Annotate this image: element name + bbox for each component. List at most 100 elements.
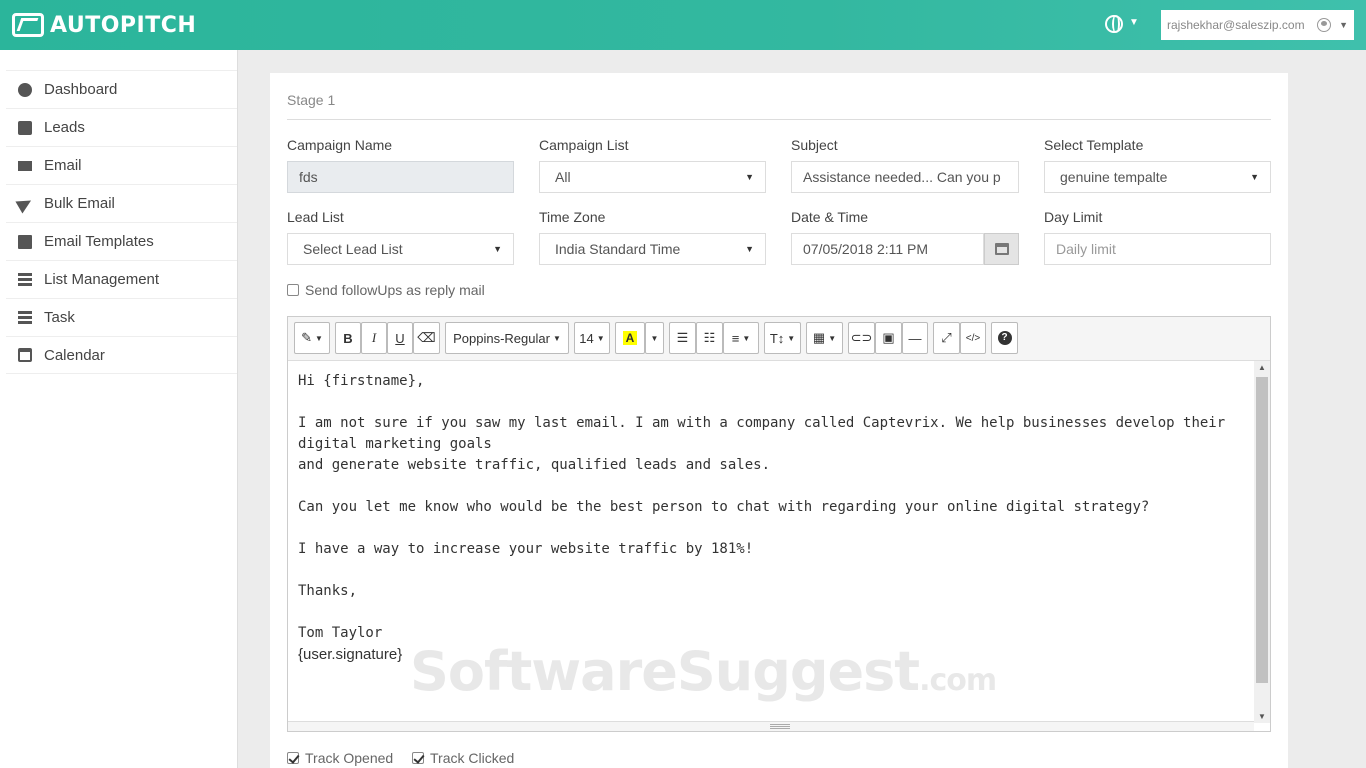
campaign-list-select[interactable]: All ▼ [539,161,766,193]
user-avatar-icon [1317,18,1332,32]
sidebar-item-calendar[interactable]: Calendar [6,336,237,374]
sidebar-item-label: Email [44,157,82,174]
style-button[interactable]: ✎ ▼ [294,322,330,354]
color-dropdown[interactable]: ▼ [645,322,664,354]
lead-list-label: Lead List [287,209,344,225]
track-clicked-row[interactable]: Track Clicked [412,750,514,766]
sidebar-item-label: Leads [44,119,85,136]
list-icon [18,272,32,287]
time-zone-select[interactable]: India Standard Time ▼ [539,233,766,265]
magic-wand-icon: ✎ [301,330,312,345]
chevron-down-icon: ▼ [745,244,754,254]
stage-divider [287,119,1271,120]
date-time-input[interactable]: 07/05/2018 2:11 PM [791,233,984,265]
paragraph-align-button[interactable]: ≡ ▼ [723,322,759,354]
link-button[interactable]: ⊂⊃ [848,322,875,354]
watermark: SoftwareSuggest.com [410,640,997,703]
brand-logo[interactable]: AUTOPITCH [12,12,196,38]
lead-list-select[interactable]: Select Lead List ▼ [287,233,514,265]
editor-resize-bar[interactable] [288,721,1254,731]
sidebar-item-label: Bulk Email [44,195,115,212]
unordered-list-button[interactable]: ☰ [669,322,696,354]
stage-title: Stage 1 [287,92,336,108]
help-button[interactable]: ? [991,322,1018,354]
numbered-list-icon: ☷ [703,330,716,345]
sidebar-item-email[interactable]: Email [6,146,237,184]
help-icon: ? [997,331,1012,345]
code-view-button[interactable]: </> [960,322,986,354]
user-menu[interactable]: rajshekhar@saleszip.com ▼ [1161,10,1354,40]
bullet-list-icon: ☰ [676,330,689,345]
italic-button[interactable]: I [361,322,387,354]
fullscreen-icon: ⤢ [941,330,952,345]
time-zone-label: Time Zone [539,209,606,225]
highlight-color-button[interactable]: A [615,322,645,354]
scroll-down-icon[interactable]: ▼ [1258,712,1266,721]
sidebar: Dashboard Leads Email Bulk Email Email T… [0,50,238,768]
sidebar-item-label: Email Templates [44,233,154,250]
table-button[interactable]: ▦ ▼ [806,322,843,354]
sidebar-item-task[interactable]: Task [6,298,237,336]
fullscreen-button[interactable]: ⤢ [933,322,960,354]
track-opened-checkbox[interactable] [287,752,299,764]
subject-input[interactable]: Assistance needed... Can you p [791,161,1019,193]
body-line: Thanks, [298,583,358,599]
top-navbar: AUTOPITCH ▼ rajshekhar@saleszip.com ▼ [0,0,1366,50]
followups-checkbox-row[interactable]: Send followUps as reply mail [287,282,485,298]
dashboard-icon [18,82,32,97]
day-limit-label: Day Limit [1044,209,1103,225]
campaign-list-label: Campaign List [539,137,629,153]
autopitch-logo-icon [12,13,44,37]
sidebar-item-label: Calendar [44,346,105,364]
subject-label: Subject [791,137,838,153]
horizontal-rule-icon: — [908,330,922,346]
horizontal-rule-button[interactable]: — [902,322,928,354]
font-size-dropdown[interactable]: 14 ▼ [574,322,610,354]
sidebar-item-list-management[interactable]: List Management [6,260,237,298]
ordered-list-button[interactable]: ☷ [696,322,723,354]
sidebar-item-leads[interactable]: Leads [6,108,237,146]
language-caret-icon[interactable]: ▼ [1129,17,1139,28]
date-picker-button[interactable] [984,233,1019,265]
align-left-icon: ≡ [731,330,740,346]
track-opened-row[interactable]: Track Opened [287,750,393,766]
image-icon: ▣ [882,330,895,345]
leads-icon [18,120,32,135]
envelope-icon [18,160,32,171]
globe-icon[interactable] [1105,15,1123,33]
editor-toolbar: ✎ ▼ B I U ⌫ Poppins-Regular ▼ 14 ▼ A ▼ ☰… [288,317,1270,361]
calendar-icon [18,348,32,362]
sidebar-item-label: List Management [44,271,160,288]
bold-button[interactable]: B [335,322,361,354]
sidebar-item-email-templates[interactable]: Email Templates [6,222,237,260]
campaign-name-input[interactable]: fds [287,161,514,193]
link-icon: ⊂⊃ [850,330,873,345]
template-select[interactable]: genuine tempalte ▼ [1044,161,1271,193]
date-time-label: Date & Time [791,209,869,225]
image-button[interactable]: ▣ [875,322,902,354]
track-clicked-checkbox[interactable] [412,752,424,764]
code-icon: </> [965,332,981,344]
followups-checkbox[interactable] [287,284,299,296]
campaign-name-label: Campaign Name [287,137,393,153]
editor-scrollbar[interactable]: ▲ ▼ [1254,361,1270,723]
resize-grip-icon [770,724,790,729]
scroll-up-icon[interactable]: ▲ [1258,363,1266,372]
calendar-icon [994,243,1009,255]
line-height-button[interactable]: T↕ ▼ [764,322,801,354]
sidebar-item-dashboard[interactable]: Dashboard [6,70,237,108]
body-line: I am not sure if you saw my last email. … [298,415,1226,452]
brand-name: AUTOPITCH [50,12,197,38]
font-family-dropdown[interactable]: Poppins-Regular ▼ [445,322,569,354]
select-template-label: Select Template [1044,137,1144,153]
user-email: rajshekhar@saleszip.com [1167,18,1305,32]
eraser-button[interactable]: ⌫ [413,322,440,354]
paper-plane-icon [15,193,35,214]
sidebar-item-bulk-email[interactable]: Bulk Email [6,184,237,222]
chevron-down-icon: ▼ [1250,172,1259,182]
day-limit-input[interactable]: Daily limit [1044,233,1271,265]
user-caret-icon: ▼ [1339,20,1348,30]
template-icon [18,234,32,249]
scroll-thumb[interactable] [1256,377,1268,683]
underline-button[interactable]: U [387,322,413,354]
